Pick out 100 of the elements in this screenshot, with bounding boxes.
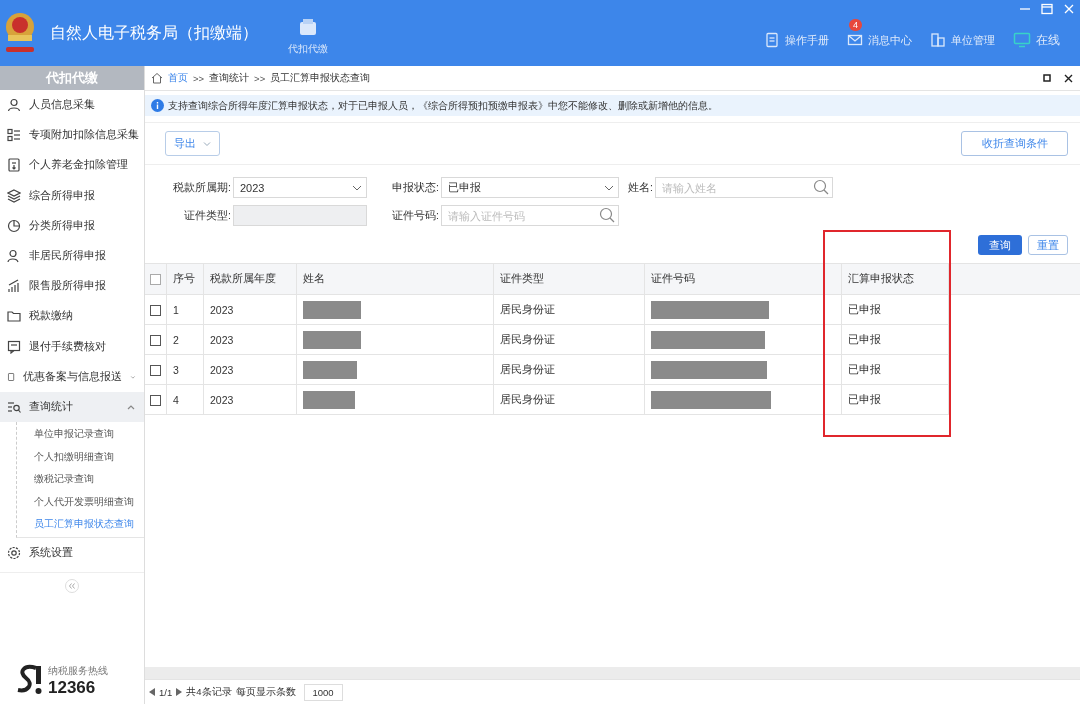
search-field[interactable]: 请输入姓名 [655, 177, 833, 198]
sidebar-item[interactable]: 查询统计 [0, 391, 144, 423]
maximize-icon[interactable] [1040, 2, 1054, 16]
building-icon [930, 32, 946, 48]
bar-chart-icon [7, 279, 21, 294]
sidebar-item[interactable]: 优惠备案与信息报送 [0, 361, 144, 392]
list-icon [7, 128, 21, 143]
sidebar-subitem[interactable]: 个人扣缴明细查询 [17, 445, 144, 469]
column-header: 证件类型 [493, 263, 645, 295]
monitor-icon [1013, 32, 1031, 48]
table-cell: 居民身份证 [493, 354, 645, 385]
table-cell: 已申报 [841, 294, 949, 325]
reset-button[interactable]: 重置 [1028, 235, 1068, 255]
column-header: 汇算申报状态 [841, 263, 949, 295]
select-field[interactable]: 2023 [233, 177, 367, 198]
redaction-block [303, 300, 361, 319]
settings-icon [7, 546, 21, 561]
table-cell: 居民身份证 [493, 384, 645, 415]
redaction-block [303, 360, 357, 379]
home-icon [151, 72, 163, 84]
sidebar-item[interactable]: 综合所得申报 [0, 180, 144, 211]
sidebar-subitem[interactable]: 员工汇算申报状态查询 [17, 513, 144, 537]
document-icon [7, 158, 21, 173]
export-dropdown[interactable]: 导出 [165, 131, 220, 156]
sidebar-item[interactable]: 税款缴纳 [0, 301, 144, 332]
filter-label: 证件号码: [391, 208, 440, 223]
sidebar-item[interactable]: 限售股所得申报 [0, 271, 144, 302]
table-cell: 已申报 [841, 324, 949, 355]
query-button[interactable]: 查询 [978, 235, 1022, 255]
table-cell: 已申报 [841, 384, 949, 415]
filter-label: 税款所属期: [172, 180, 232, 195]
table-cell: 2023 [203, 324, 297, 355]
sidebar-subitem[interactable]: 单位申报记录查询 [17, 423, 144, 446]
breadcrumb-item[interactable]: 查询统计 [209, 71, 250, 85]
table-cell: 2023 [203, 354, 297, 385]
info-text: 支持查询综合所得年度汇算申报状态，对于已申报人员，《综合所得预扣预缴申报表》中您不能修改、删除或新增他的信息。 [168, 98, 718, 113]
row-checkbox[interactable] [150, 304, 161, 316]
sidebar-item[interactable]: 人员信息采集 [0, 90, 144, 121]
table-cell: 居民身份证 [493, 324, 645, 355]
redaction-block [303, 390, 355, 409]
row-checkbox[interactable] [150, 334, 161, 346]
breadcrumb-separator: >> [193, 72, 205, 84]
breadcrumb-separator: >> [254, 72, 266, 84]
column-header: 姓名 [296, 263, 494, 295]
table-cell: 居民身份证 [493, 294, 645, 325]
column-header: 证件号码 [644, 263, 842, 295]
table-cell: 2023 [203, 384, 297, 415]
page-indicator: 1/1 [159, 686, 173, 698]
search-list-icon [7, 399, 21, 414]
column-header: 税款所属年度 [203, 263, 297, 295]
table-cell: 2023 [203, 294, 297, 325]
select-field[interactable]: 已申报 [441, 177, 619, 198]
table-cell: 2 [166, 324, 204, 355]
sidebar-subitem[interactable]: 缴税记录查询 [17, 468, 144, 491]
breadcrumb-item: 员工汇算申报状态查询 [270, 71, 371, 85]
sidebar-item[interactable]: 系统设置 [0, 538, 144, 569]
page-size-field[interactable]: 1000 [303, 683, 343, 701]
record-count: 共4条记录 [186, 685, 232, 699]
filter-label: 证件类型: [183, 208, 232, 223]
person-icon [7, 98, 21, 113]
table-cell: 3 [166, 354, 204, 385]
maximize-tab-icon[interactable] [1041, 72, 1053, 84]
table-cell: 4 [166, 384, 204, 415]
column-header: 序号 [166, 263, 204, 295]
filter-label: 申报状态: [391, 180, 440, 195]
row-checkbox[interactable] [150, 364, 161, 376]
folder-icon [7, 309, 21, 324]
sidebar-item[interactable]: 个人养老金扣除管理 [0, 150, 144, 181]
document-icon [764, 32, 780, 48]
caret-icon [604, 184, 614, 191]
wallet-icon [298, 18, 318, 38]
message-icon [7, 339, 21, 354]
next-page-icon[interactable] [176, 688, 183, 696]
table-cell: 已申报 [841, 354, 949, 385]
select-all-checkbox[interactable] [150, 274, 161, 286]
caret-icon [352, 184, 362, 191]
search-icon [813, 179, 829, 195]
info-icon [151, 99, 164, 112]
collapse-filters-button[interactable]: 收折查询条件 [961, 131, 1068, 156]
close-icon[interactable] [1062, 2, 1076, 16]
table-cell: 1 [166, 294, 204, 325]
pie-chart-icon [7, 218, 21, 233]
app-title: 自然人电子税务局（扣缴端） [50, 22, 258, 43]
sidebar-subitem[interactable]: 个人代开发票明细查询 [17, 490, 144, 514]
prev-page-icon[interactable] [149, 688, 155, 696]
search-icon [599, 207, 615, 223]
sidebar-item[interactable]: 专项附加扣除信息采集 [0, 120, 144, 151]
breadcrumb-item[interactable]: 首页 [168, 71, 188, 85]
caret-icon [203, 140, 211, 147]
sidebar-item[interactable]: 分类所得申报 [0, 210, 144, 241]
notification-badge: 4 [849, 19, 862, 31]
row-checkbox[interactable] [150, 394, 161, 406]
filter-label: 姓名: [627, 180, 654, 195]
redaction-block [303, 330, 361, 349]
page-size-label: 每页显示条数 [235, 685, 296, 699]
mail-icon [847, 32, 863, 48]
sidebar-item[interactable]: 退付手续费核对 [0, 331, 144, 362]
hotline-number: 12366 [48, 678, 97, 698]
sidebar-item[interactable]: 非居民所得申报 [0, 240, 144, 272]
close-tab-icon[interactable] [1062, 72, 1074, 84]
